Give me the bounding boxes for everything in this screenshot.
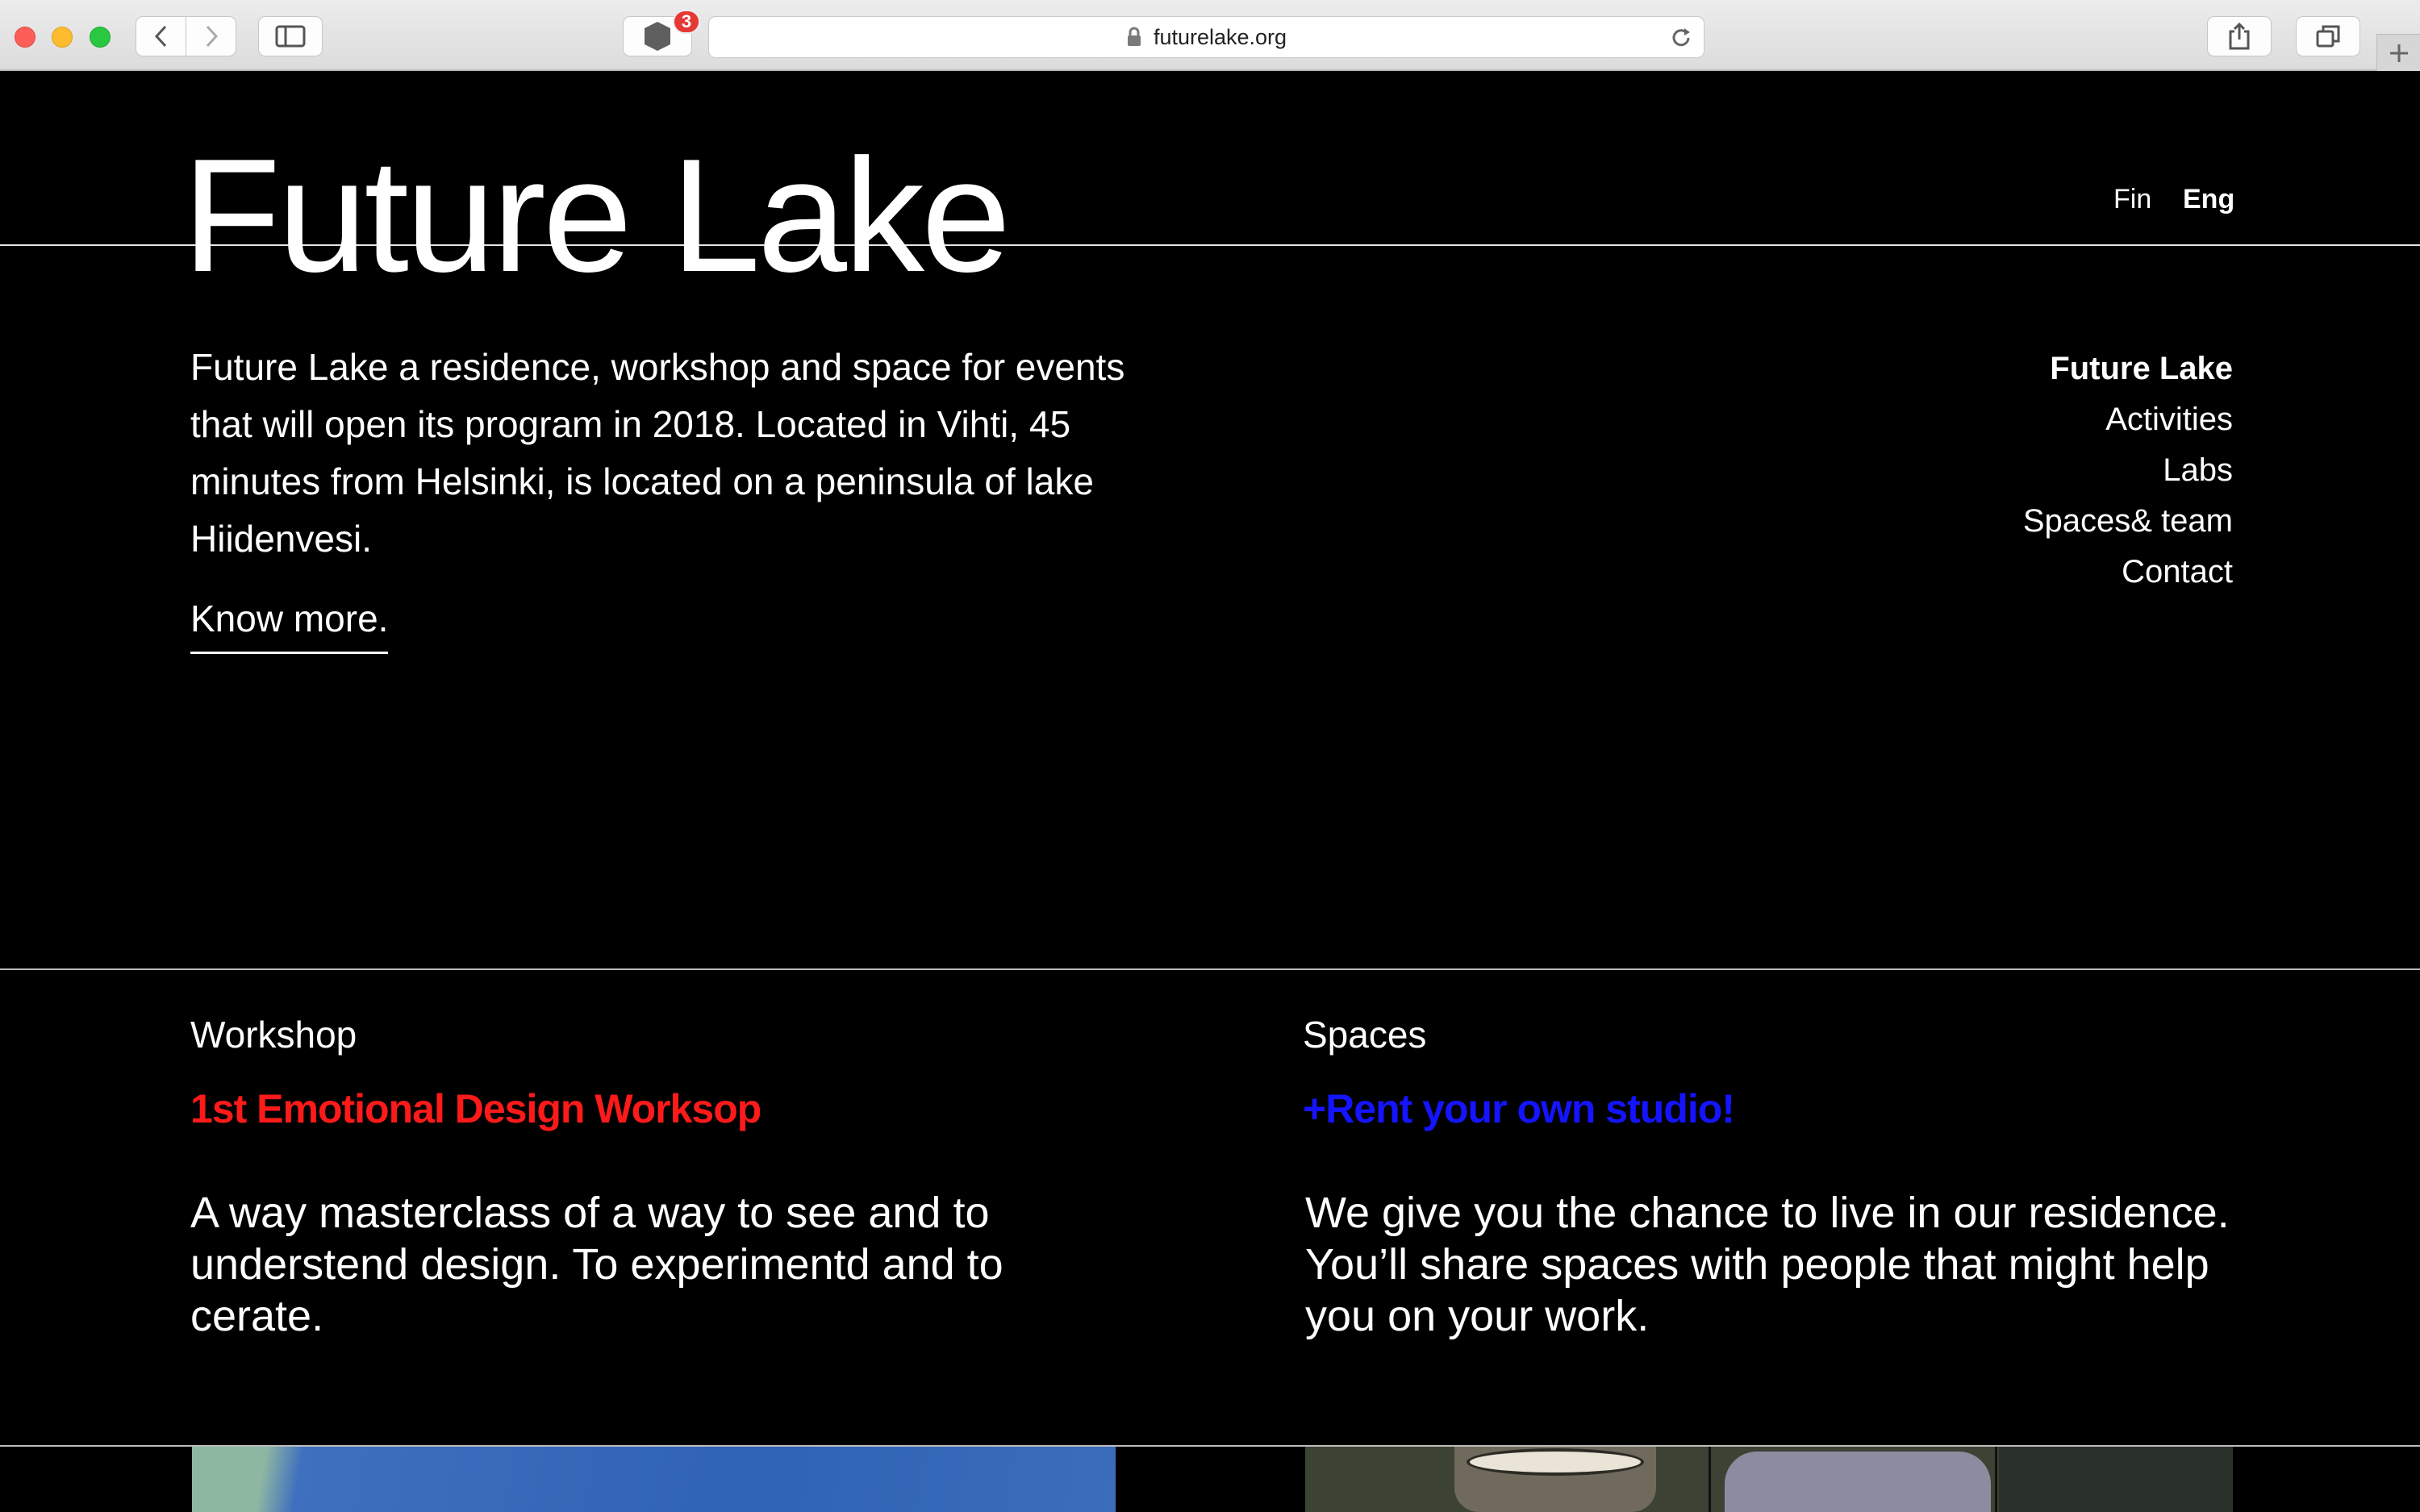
rent-studio-link[interactable]: +Rent your own studio! <box>1303 1085 1735 1132</box>
nav-item-spaces-team[interactable]: Spaces& team <box>2023 496 2233 547</box>
nav-item-activities[interactable]: Activities <box>2023 394 2233 445</box>
url-text: futurelake.org <box>1153 24 1287 49</box>
cup-rim-shape <box>1467 1448 1644 1476</box>
tabs-overview-icon <box>2316 25 2340 48</box>
new-tab-button[interactable] <box>2376 34 2420 71</box>
site-title[interactable]: Future Lake <box>182 135 1011 297</box>
image-panel-divider <box>1995 1447 1997 1512</box>
workshop-description: A way masterclass of a way to see and to… <box>190 1189 1003 1340</box>
share-button[interactable] <box>2207 16 2272 56</box>
section-divider <box>0 968 2420 970</box>
nav-item-labs[interactable]: Labs <box>2023 445 2233 496</box>
zoom-window-button[interactable] <box>90 27 111 48</box>
workshop-image[interactable] <box>192 1447 1116 1512</box>
chevron-left-icon <box>154 25 166 48</box>
intro-text: Future Lake a residence, workshop and sp… <box>190 346 1125 560</box>
shield-icon <box>645 22 670 51</box>
dark-panel-shape <box>1999 1447 2233 1512</box>
spaces-image[interactable] <box>1305 1447 2233 1512</box>
close-window-button[interactable] <box>15 27 35 48</box>
forward-button[interactable] <box>186 16 236 56</box>
main-nav: Future Lake Activities Labs Spaces& team… <box>2023 344 2233 598</box>
image-panel-divider <box>1709 1447 1711 1512</box>
back-button[interactable] <box>136 16 186 56</box>
browser-toolbar: 3 futurelake.org <box>0 0 2420 71</box>
sculpture-shape <box>1725 1452 1991 1512</box>
reload-icon[interactable] <box>1670 27 1692 49</box>
sidebar-icon <box>275 25 306 48</box>
nav-item-contact[interactable]: Contact <box>2023 547 2233 598</box>
lock-icon <box>1127 27 1141 46</box>
know-more-link[interactable]: Know more. <box>190 597 389 654</box>
spaces-label: Spaces <box>1303 1014 1427 1056</box>
address-bar[interactable]: futurelake.org <box>708 16 1704 58</box>
nav-item-future-lake[interactable]: Future Lake <box>2023 344 2233 394</box>
spaces-description: We give you the chance to live in our re… <box>1305 1189 2230 1340</box>
show-tabs-button[interactable] <box>2296 16 2360 56</box>
plus-icon <box>2389 44 2408 62</box>
chevron-right-icon <box>206 25 218 48</box>
extension-badge: 3 <box>673 10 700 34</box>
workshop-headline-link[interactable]: 1st Emotional Design Worksop <box>190 1085 761 1132</box>
share-icon <box>2229 22 2250 50</box>
language-english[interactable]: Eng <box>2183 184 2234 215</box>
minimize-window-button[interactable] <box>52 27 73 48</box>
language-finnish[interactable]: Fin <box>2113 184 2151 215</box>
sidebar-toggle-button[interactable] <box>258 16 323 56</box>
workshop-label: Workshop <box>190 1014 357 1056</box>
